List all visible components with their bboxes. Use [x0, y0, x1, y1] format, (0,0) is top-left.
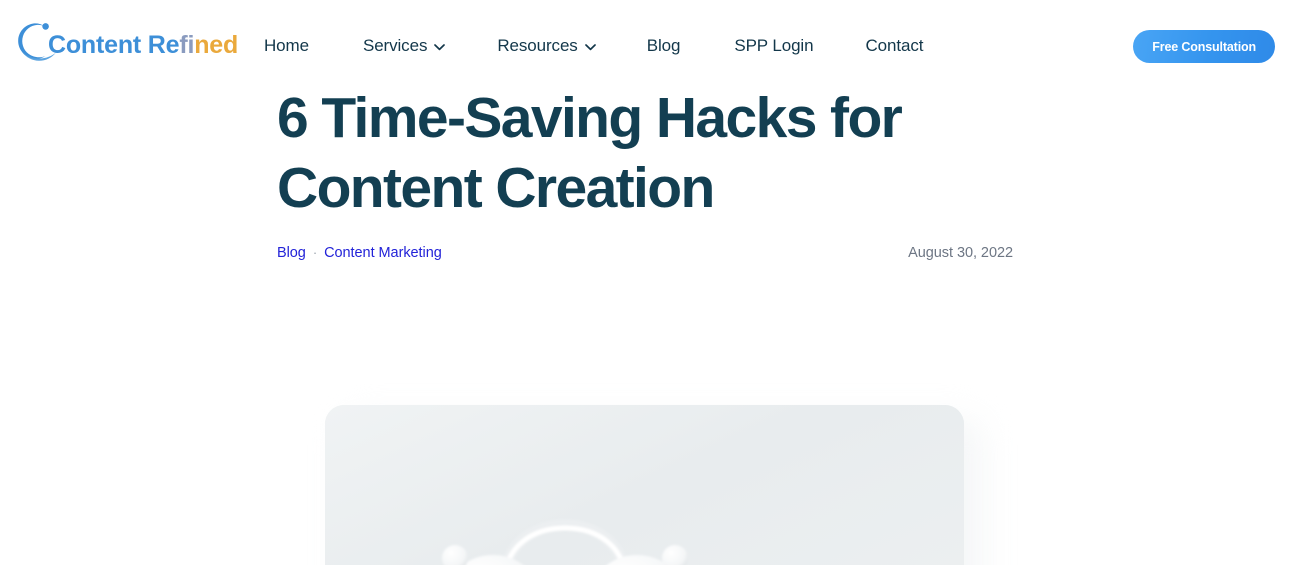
logo-word-part-1: Content Re — [48, 30, 180, 59]
nav-item-services[interactable]: Services — [362, 36, 446, 56]
nav-item-contact[interactable]: Contact — [865, 36, 923, 56]
featured-image: 12 — [325, 405, 964, 565]
free-consultation-button[interactable]: Free Consultation — [1133, 30, 1275, 63]
breadcrumb-separator: · — [312, 244, 318, 260]
article-header: 6 Time-Saving Hacks for Content Creation… — [0, 84, 1304, 565]
nav-item-blog[interactable]: Blog — [647, 36, 681, 56]
post-date: August 30, 2022 — [908, 245, 1013, 262]
nav-item-spp-login[interactable]: SPP Login — [734, 36, 813, 56]
nav-item-home[interactable]: Home — [264, 36, 309, 56]
logo-wordmark: Content Refined — [48, 30, 239, 59]
nav-item-resources-label: Resources — [497, 36, 578, 55]
nav-item-blog-label: Blog — [646, 36, 681, 55]
breadcrumb-link-category[interactable]: Content Marketing — [324, 245, 442, 261]
post-meta-row: Blog · Content Marketing August 30, 2022 — [277, 244, 1013, 262]
logo-word-part-3: ned — [194, 30, 239, 59]
nav-item-resources[interactable]: Resources — [497, 36, 596, 56]
nav-item-home-label: Home — [264, 36, 309, 55]
featured-image-container: 12 — [325, 405, 982, 565]
main-navigation: Home Services Resources Blog SPP Login C… — [264, 0, 923, 92]
site-logo[interactable]: Content Refined — [14, 20, 238, 66]
logo-word-part-2: fi — [179, 30, 195, 59]
nav-item-services-label: Services — [362, 36, 428, 55]
nav-item-contact-label: Contact — [865, 36, 924, 55]
breadcrumb-link-blog[interactable]: Blog — [277, 245, 306, 261]
chevron-down-icon — [434, 43, 446, 51]
nav-item-spp-login-label: SPP Login — [734, 36, 814, 55]
page-title: 6 Time-Saving Hacks for Content Creation — [277, 86, 903, 220]
breadcrumb: Blog · Content Marketing — [277, 244, 442, 262]
chevron-down-icon — [584, 43, 596, 51]
site-header: Content Refined Home Services Resources … — [0, 0, 1304, 92]
